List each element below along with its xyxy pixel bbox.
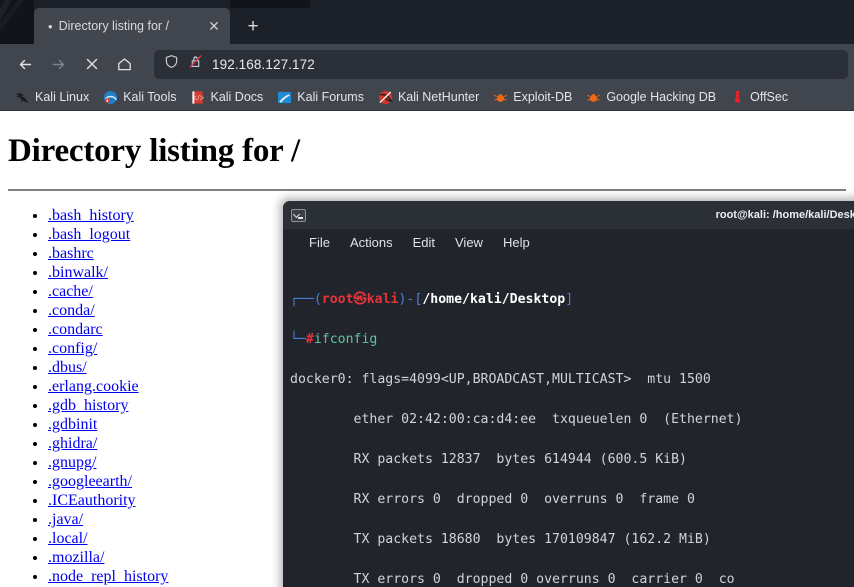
bookmark-kali-linux[interactable]: Kali Linux (8, 88, 96, 107)
menu-view[interactable]: View (445, 232, 493, 253)
file-link[interactable]: .bash_logout (48, 226, 130, 243)
page-title: Directory listing for / (8, 133, 301, 169)
terminal-output-line: RX packets 12837 bytes 614944 (600.5 KiB… (290, 452, 687, 467)
page-divider (8, 189, 846, 191)
bookmark-exploit-db[interactable]: Exploit-DB (486, 88, 579, 107)
bookmark-label: Kali Docs (210, 90, 264, 104)
file-link[interactable]: .conda/ (48, 302, 95, 319)
terminal-command: ifconfig (313, 332, 378, 347)
file-link[interactable]: .erlang.cookie (48, 378, 139, 395)
terminal-menubar: File Actions Edit View Help (283, 229, 854, 256)
stop-loading-icon[interactable] (76, 49, 107, 80)
broken-lock-icon[interactable] (188, 54, 203, 74)
google-hacking-db-icon (586, 90, 601, 105)
prompt-close-paren: )-[ (398, 292, 423, 307)
terminal-output-line: ether 02:42:00:ca:d4:ee txqueuelen 0 (Et… (290, 412, 743, 427)
kali-nethunter-icon (378, 90, 393, 105)
bookmark-label: OffSec (750, 90, 789, 104)
terminal-titlebar[interactable]: root@kali: /home/kali/Desktop (283, 201, 854, 229)
bookmark-label: Kali Forums (297, 90, 364, 104)
bookmark-label: Google Hacking DB (606, 90, 717, 104)
tabstrip-wallpaper-gap (0, 0, 34, 44)
tab-title: Directory listing for / (58, 19, 170, 33)
prompt-user: root (321, 292, 354, 307)
terminal-title: root@kali: /home/kali/Desktop (715, 209, 854, 221)
bookmark-kali-docs[interactable]: </> Kali Docs (183, 88, 270, 107)
file-link[interactable]: .mozilla/ (48, 549, 104, 566)
home-icon[interactable] (109, 49, 140, 80)
terminal-output-line: TX packets 18680 bytes 170109847 (162.2 … (290, 532, 711, 547)
prompt-corner-top: ┌──( (290, 292, 322, 307)
file-link[interactable]: .bashrc (48, 245, 94, 262)
bookmark-kali-nethunter[interactable]: Kali NetHunter (371, 88, 486, 107)
url-bar[interactable]: 192.168.127.172 (154, 49, 848, 79)
prompt-corner-bottom: └─ (290, 332, 306, 347)
kali-docs-icon: </> (190, 90, 205, 105)
file-link[interactable]: .dbus/ (48, 359, 87, 376)
file-link[interactable]: .node_repl_history (48, 568, 168, 585)
terminal-output-line: docker0: flags=4099<UP,BROADCAST,MULTICA… (290, 372, 711, 387)
file-link[interactable]: .gdb_history (48, 397, 128, 414)
tab-directory-listing[interactable]: • Directory listing for / ✕ (34, 8, 230, 44)
file-link[interactable]: .condarc (48, 321, 103, 338)
menu-edit[interactable]: Edit (403, 232, 445, 253)
file-link[interactable]: .cache/ (48, 283, 93, 300)
close-icon[interactable]: ✕ (204, 16, 224, 36)
svg-text:</>: </> (193, 92, 205, 102)
menu-help[interactable]: Help (493, 232, 540, 253)
file-link[interactable]: .binwalk/ (48, 264, 108, 281)
file-link[interactable]: .bash_history (48, 207, 134, 224)
kali-forums-icon (277, 90, 292, 105)
forward-arrow-icon (43, 49, 74, 80)
tabstrip-top-stub (230, 0, 310, 8)
screen: • Directory listing for / ✕ + 192.168.12… (0, 0, 854, 587)
terminal-window[interactable]: root@kali: /home/kali/Desktop File Actio… (283, 201, 854, 587)
prompt-host: kali (366, 292, 399, 307)
tab-strip: • Directory listing for / ✕ + (0, 0, 854, 44)
terminal-output-line: TX errors 0 dropped 0 overruns 0 carrier… (290, 572, 735, 587)
bookmark-label: Exploit-DB (513, 90, 573, 104)
bookmark-label: Kali Linux (35, 90, 90, 104)
tab-loading-dot-icon: • (48, 18, 53, 34)
file-link[interactable]: .local/ (48, 530, 88, 547)
bookmark-label: Kali NetHunter (397, 90, 480, 104)
bookmark-offsec[interactable]: OffSec (723, 88, 795, 107)
terminal-icon (291, 208, 306, 222)
file-link[interactable]: .ICEauthority (48, 492, 136, 509)
new-tab-button[interactable]: + (238, 11, 268, 41)
bookmarks-bar: Kali Linux Kali Tools </> Kali Docs Kali… (0, 84, 854, 111)
menu-file[interactable]: File (299, 232, 340, 253)
kali-tools-icon (103, 90, 118, 105)
bookmark-kali-tools[interactable]: Kali Tools (96, 88, 183, 107)
terminal-prompt-line-2: └─#ifconfig (290, 330, 854, 350)
kali-dragon-icon (15, 90, 30, 105)
bookmark-label: Kali Tools (123, 90, 177, 104)
terminal-output-line: RX errors 0 dropped 0 overruns 0 frame 0 (290, 492, 695, 507)
back-arrow-icon[interactable] (10, 49, 41, 80)
file-link[interactable]: .googleearth/ (48, 473, 132, 490)
bookmark-kali-forums[interactable]: Kali Forums (270, 88, 371, 107)
shield-icon[interactable] (164, 54, 179, 74)
file-link[interactable]: .gdbinit (48, 416, 97, 433)
file-link[interactable]: .java/ (48, 511, 83, 528)
bookmark-google-hacking-db[interactable]: Google Hacking DB (579, 88, 723, 107)
file-link[interactable]: .gnupg/ (48, 454, 96, 471)
url-text[interactable]: 192.168.127.172 (212, 57, 315, 72)
prompt-sigil: # (305, 332, 314, 347)
terminal-output[interactable]: ┌──(root㉿kali)-[/home/kali/Desktop] └─#i… (283, 256, 854, 587)
menu-actions[interactable]: Actions (340, 232, 403, 253)
offsec-icon (730, 90, 745, 105)
exploit-db-icon (493, 90, 508, 105)
terminal-prompt-line-1: ┌──(root㉿kali)-[/home/kali/Desktop] (290, 290, 854, 310)
kali-at-icon: ㉿ (353, 292, 367, 307)
navigation-toolbar: 192.168.127.172 (0, 44, 854, 84)
prompt-bracket-close: ] (565, 292, 574, 307)
file-link[interactable]: .config/ (48, 340, 97, 357)
file-link[interactable]: .ghidra/ (48, 435, 97, 452)
prompt-path: /home/kali/Desktop (422, 292, 566, 307)
